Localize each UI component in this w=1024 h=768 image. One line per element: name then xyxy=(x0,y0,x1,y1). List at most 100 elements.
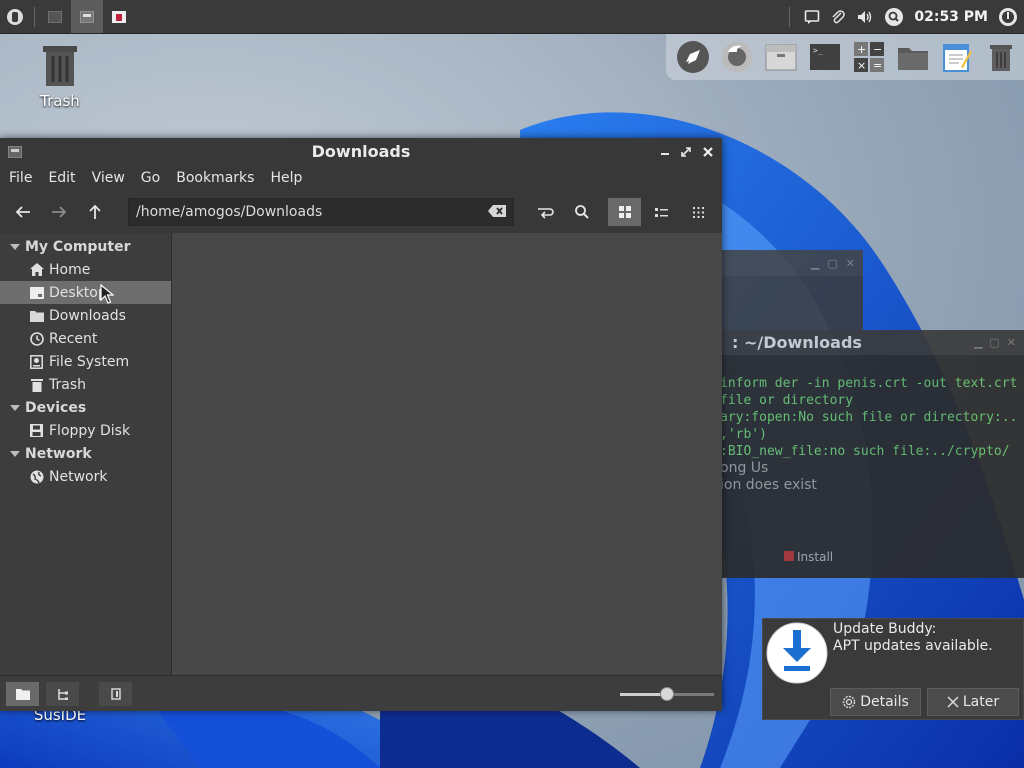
folder-icon xyxy=(898,48,928,70)
background-window[interactable]: ▁ ▢ ✕ xyxy=(720,250,863,330)
home-icon xyxy=(29,263,44,276)
paperclip-icon[interactable] xyxy=(830,9,846,25)
close-icon[interactable]: ✕ xyxy=(846,257,855,270)
clock[interactable]: 02:53 PM xyxy=(914,9,988,25)
terminal-window-buttons[interactable]: ▁ ▢ ✕ xyxy=(974,330,1016,355)
up-button[interactable] xyxy=(77,198,113,226)
desktop-trash[interactable]: Trash xyxy=(30,44,90,110)
sidebar-item-label: Downloads xyxy=(49,307,126,324)
terminal-grey-line: ong Us xyxy=(720,460,769,476)
file-manager-titlebar[interactable]: Downloads xyxy=(0,138,722,165)
power-icon[interactable] xyxy=(998,7,1018,27)
dock-trash[interactable] xyxy=(982,38,1020,76)
taskbar-file-manager-button[interactable] xyxy=(71,0,103,33)
dock-firefox[interactable] xyxy=(718,38,756,76)
folder-icon xyxy=(15,689,30,700)
sidebar-item-file-system[interactable]: File System xyxy=(0,350,171,373)
icon-view-button[interactable] xyxy=(608,198,641,226)
clock-icon xyxy=(29,331,44,346)
places-pane-button[interactable] xyxy=(6,682,39,706)
sidebar-item-downloads[interactable]: Downloads xyxy=(0,304,171,327)
sidebar-section-my-computer[interactable]: My Computer xyxy=(0,235,171,258)
arrow-right-icon xyxy=(52,206,67,218)
list-view-button[interactable] xyxy=(645,198,678,226)
sidebar-section-network[interactable]: Network xyxy=(0,442,171,465)
section-label: Network xyxy=(25,445,92,462)
window-title: Downloads xyxy=(311,142,411,161)
toggle-location-button[interactable] xyxy=(527,198,563,226)
search-button[interactable] xyxy=(564,198,600,226)
desktop-trash-label: Trash xyxy=(40,92,80,110)
taskbar-terminal-button[interactable] xyxy=(39,0,71,33)
tree-icon xyxy=(57,689,68,700)
install-label: Install xyxy=(797,550,834,564)
sidebar-item-floppy-disk[interactable]: Floppy Disk xyxy=(0,419,171,442)
maximize-icon[interactable]: ▢ xyxy=(827,257,837,270)
sidebar-section-devices[interactable]: Devices xyxy=(0,396,171,419)
install-button[interactable]: Install xyxy=(784,550,833,564)
later-button[interactable]: Later xyxy=(927,688,1019,716)
dock-terminal[interactable]: >_ xyxy=(806,38,844,76)
install-icon xyxy=(784,551,794,561)
trash-icon xyxy=(43,46,77,86)
file-list-area[interactable] xyxy=(171,233,722,675)
maximize-icon[interactable] xyxy=(680,146,692,158)
menu-view[interactable]: View xyxy=(84,170,133,186)
panel-separator xyxy=(34,6,35,27)
details-label: Details xyxy=(860,694,909,710)
sidebar-item-recent[interactable]: Recent xyxy=(0,327,171,350)
hide-sidebar-button[interactable] xyxy=(99,682,132,706)
toggle-location-icon xyxy=(538,208,554,219)
mouse-cursor-icon xyxy=(100,284,114,304)
terminal-window[interactable]: : ~/Downloads ▁ ▢ ✕ inform der -in penis… xyxy=(700,330,1024,578)
sidebar-item-desktop[interactable]: Desktop xyxy=(0,281,171,304)
location-path: /home/amogos/Downloads xyxy=(136,204,323,220)
file-manager-window[interactable]: Downloads File Edit View Go Bookmarks He… xyxy=(0,138,722,711)
minimize-icon[interactable] xyxy=(660,147,670,157)
menu-edit[interactable]: Edit xyxy=(40,170,83,186)
desktop-icon xyxy=(29,286,44,299)
update-notification[interactable]: Update Buddy: APT updates available. Det… xyxy=(762,618,1024,720)
dock-archive[interactable] xyxy=(762,38,800,76)
close-icon[interactable] xyxy=(702,146,714,158)
dock-calculator[interactable]: + − × = xyxy=(850,38,888,76)
svg-text:>_: >_ xyxy=(813,46,823,55)
menu-bookmarks[interactable]: Bookmarks xyxy=(168,170,262,186)
sidebar-item-home[interactable]: Home xyxy=(0,258,171,281)
zoom-slider[interactable] xyxy=(620,687,714,701)
file-manager-icon xyxy=(80,10,94,23)
back-button[interactable] xyxy=(5,198,41,226)
search-icon[interactable] xyxy=(884,7,904,27)
compact-view-button[interactable] xyxy=(682,198,715,226)
tree-pane-button[interactable] xyxy=(46,682,79,706)
dock-launcher[interactable] xyxy=(674,38,712,76)
sidebar-item-label: Home xyxy=(49,261,91,278)
sidebar-item-label: Recent xyxy=(49,330,98,347)
zoom-slider-handle[interactable] xyxy=(660,687,674,701)
view-switcher xyxy=(608,198,715,226)
minimize-icon[interactable]: ▁ xyxy=(811,257,819,270)
forward-button[interactable] xyxy=(41,198,77,226)
dock-text-editor[interactable] xyxy=(938,38,976,76)
menu-go[interactable]: Go xyxy=(133,170,168,186)
terminal-icon xyxy=(48,10,62,23)
taskbar-app-button[interactable] xyxy=(103,0,135,33)
chat-icon[interactable] xyxy=(804,9,820,25)
sidebar-item-label: Trash xyxy=(49,376,86,393)
location-bar[interactable]: /home/amogos/Downloads xyxy=(128,198,514,226)
app-menu-icon xyxy=(7,8,23,25)
clear-icon[interactable] xyxy=(487,204,507,218)
menu-help[interactable]: Help xyxy=(262,170,310,186)
floppy-icon xyxy=(30,424,43,437)
statusbar xyxy=(0,675,722,711)
chevron-down-icon xyxy=(10,243,20,250)
sidebar-item-trash[interactable]: Trash xyxy=(0,373,171,396)
volume-icon[interactable] xyxy=(856,9,874,25)
sidebar-item-network[interactable]: Network xyxy=(0,465,171,488)
dock-files[interactable] xyxy=(894,38,932,76)
app-menu-button[interactable] xyxy=(0,0,30,33)
calculator-icon: + −× = xyxy=(854,42,884,72)
details-button[interactable]: Details xyxy=(830,688,921,716)
menu-file[interactable]: File xyxy=(0,170,40,186)
sidebar-item-label: Network xyxy=(49,468,108,485)
